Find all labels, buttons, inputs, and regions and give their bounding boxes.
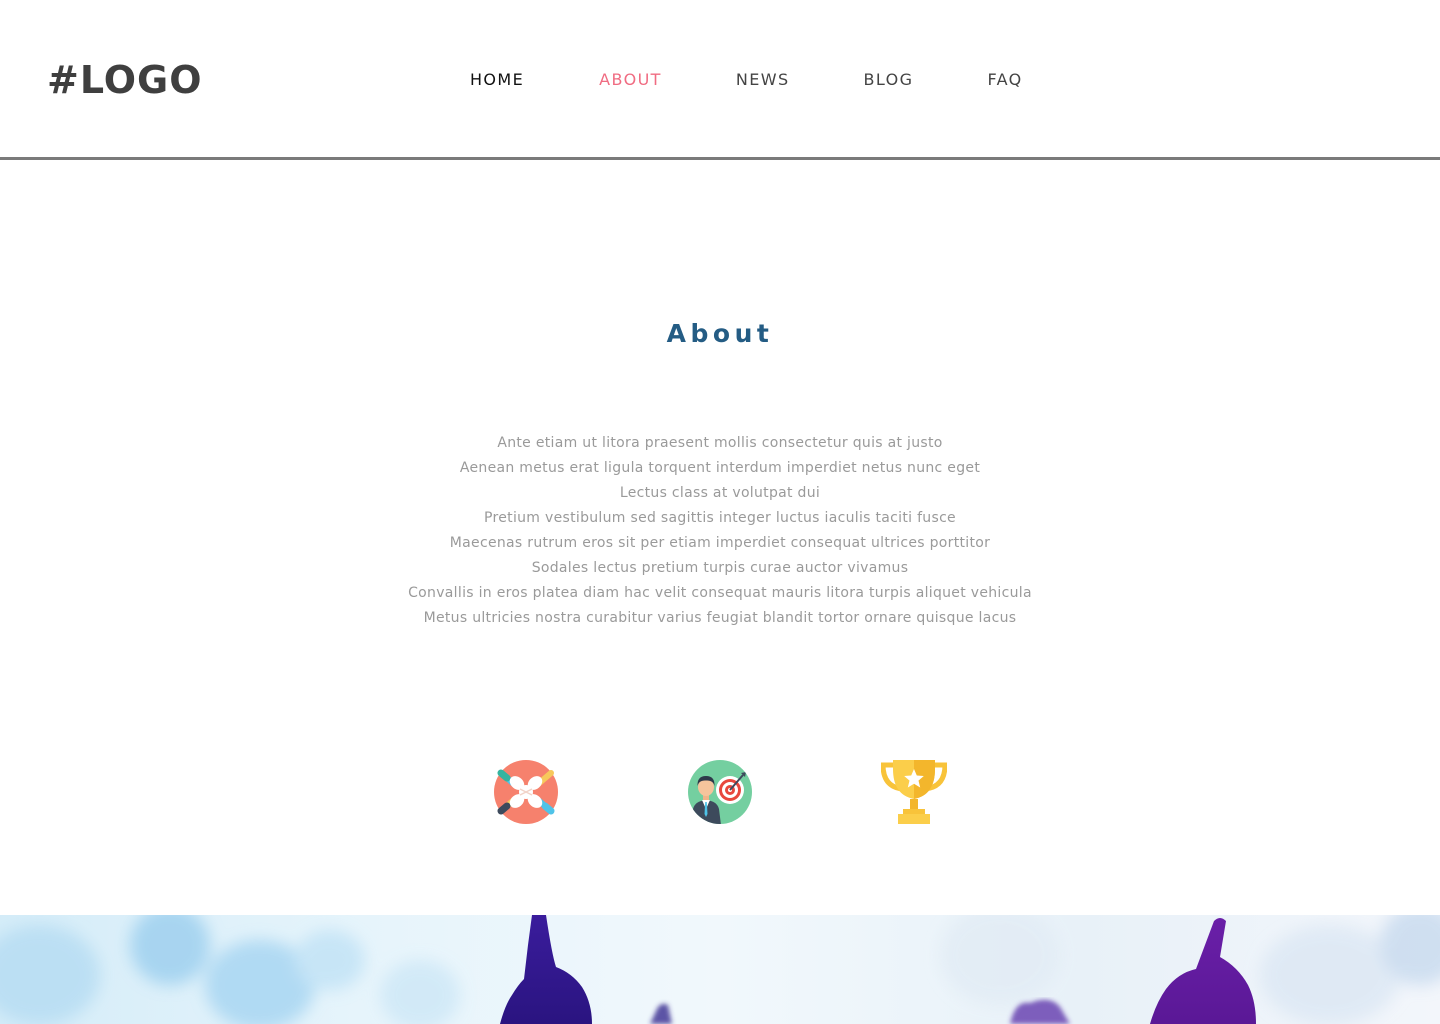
nav-item-about[interactable]: ABOUT: [599, 68, 662, 92]
about-line: Sodales lectus pretium turpis curae auct…: [531, 560, 909, 576]
nav-item-blog[interactable]: BLOG: [864, 68, 914, 92]
about-line: Pretium vestibulum sed sagittis integer …: [484, 510, 956, 526]
site-header: #LOGO HOME ABOUT NEWS BLOG FAQ: [0, 0, 1440, 160]
nav-item-home[interactable]: HOME: [470, 68, 524, 92]
businessman-target-icon: [687, 759, 753, 825]
main-nav: HOME ABOUT NEWS BLOG FAQ: [470, 68, 1023, 92]
about-line: Convallis in eros platea diam hac velit …: [408, 585, 1032, 601]
hero-banner-image: [0, 915, 1440, 1024]
logo[interactable]: #LOGO: [47, 56, 203, 104]
trophy-icon: [881, 759, 947, 825]
nav-item-faq[interactable]: FAQ: [987, 68, 1022, 92]
section-title: About: [666, 319, 774, 348]
about-description: Ante etiam ut litora praesent mollis con…: [0, 431, 1440, 631]
about-line: Maecenas rutrum eros sit per etiam imper…: [449, 535, 991, 551]
nav-item-news[interactable]: NEWS: [736, 68, 790, 92]
teamwork-hands-icon: [493, 759, 559, 825]
about-line: Lectus class at volutpat dui: [619, 485, 821, 501]
about-line: Aenean metus erat ligula torquent interd…: [459, 460, 981, 476]
about-line: Ante etiam ut litora praesent mollis con…: [497, 435, 943, 451]
about-line: Metus ultricies nostra curabitur varius …: [423, 610, 1017, 626]
